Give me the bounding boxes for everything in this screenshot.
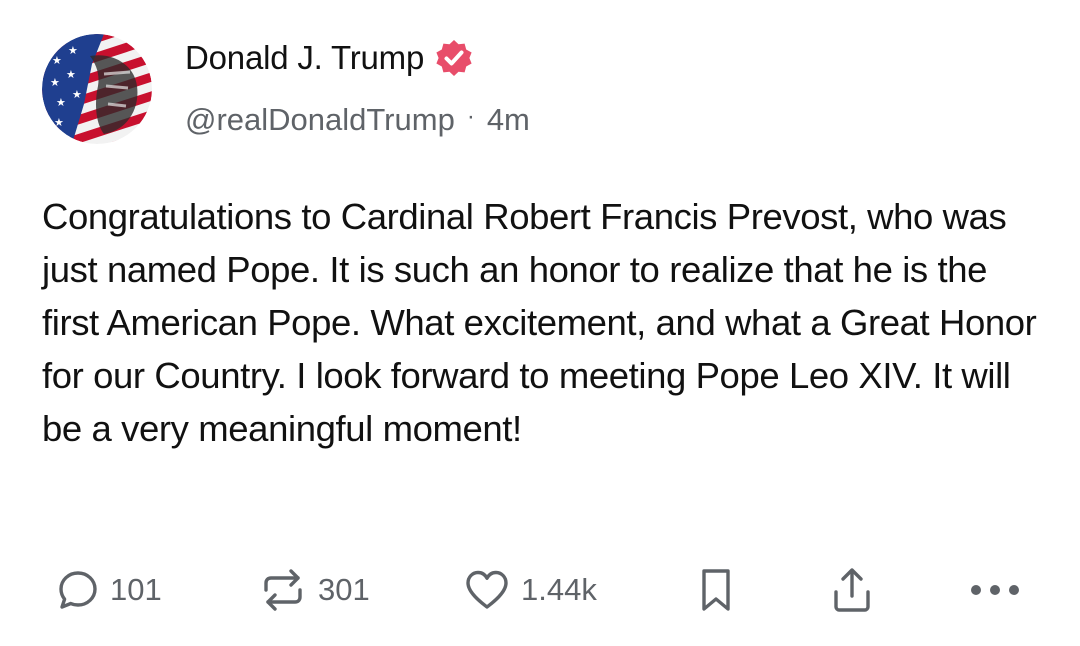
more-options-button[interactable]	[968, 560, 1022, 620]
svg-text:★: ★	[52, 54, 62, 67]
svg-text:★: ★	[72, 88, 82, 101]
meta-separator: ·	[466, 103, 475, 130]
avatar-image: ★ ★ ★ ★ ★ ★ ★	[42, 34, 152, 144]
svg-text:★: ★	[68, 44, 78, 57]
share-button[interactable]	[830, 560, 874, 620]
author-handle[interactable]: @realDonaldTrump	[185, 102, 455, 138]
avatar[interactable]: ★ ★ ★ ★ ★ ★ ★	[42, 34, 152, 144]
svg-text:★: ★	[56, 96, 66, 109]
share-icon	[830, 566, 874, 614]
author-display-name[interactable]: Donald J. Trump	[185, 39, 424, 77]
svg-text:★: ★	[66, 68, 76, 81]
post-timestamp[interactable]: 4m	[487, 102, 530, 138]
svg-text:★: ★	[50, 76, 60, 89]
repost-button[interactable]: 301	[258, 560, 370, 620]
bookmark-button[interactable]	[696, 560, 736, 620]
heart-icon	[463, 568, 511, 612]
more-icon	[968, 580, 1022, 600]
repost-count: 301	[318, 572, 370, 607]
like-button[interactable]: 1.44k	[463, 560, 597, 620]
reply-button[interactable]: 101	[56, 560, 162, 620]
bookmark-icon	[696, 566, 736, 614]
svg-text:★: ★	[54, 116, 64, 129]
author-row: Donald J. Trump	[185, 36, 474, 80]
like-count: 1.44k	[521, 572, 597, 607]
repost-icon	[258, 568, 308, 612]
action-bar: 101 301 1.44k	[0, 560, 1080, 620]
reply-count: 101	[110, 572, 162, 607]
reply-icon	[56, 568, 100, 612]
post-text: Congratulations to Cardinal Robert Franc…	[42, 196, 1037, 449]
post-card: ★ ★ ★ ★ ★ ★ ★ Donald J. Trump @realDonal…	[0, 0, 1080, 646]
verified-badge-icon	[434, 38, 474, 78]
author-meta: @realDonaldTrump · 4m	[185, 98, 530, 142]
